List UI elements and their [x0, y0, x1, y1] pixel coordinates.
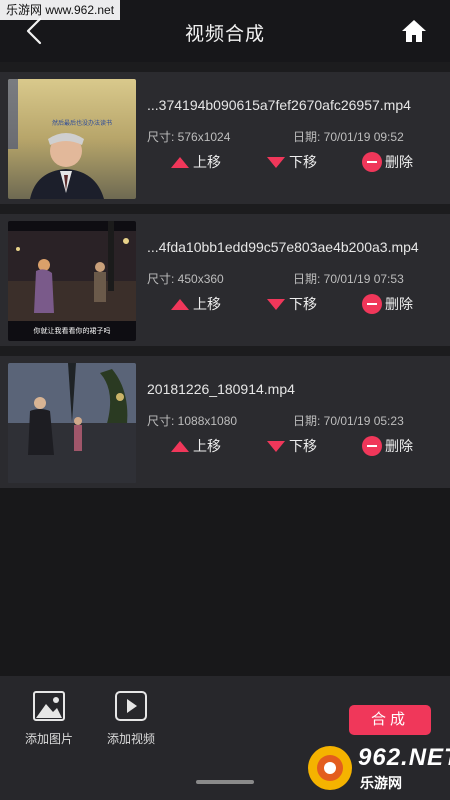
- home-indicator: [196, 780, 254, 784]
- minus-circle-icon: [362, 436, 382, 456]
- minus-circle-icon: [362, 152, 382, 172]
- video-thumbnail[interactable]: 你就让我看看你的裙子吗: [8, 221, 136, 341]
- image-icon: [33, 691, 65, 721]
- move-up-button[interactable]: 上移: [171, 436, 221, 456]
- thumbnail-caption: 你就让我看看你的裙子吗: [34, 326, 111, 335]
- video-date: 日期: 70/01/19 09:52: [293, 130, 404, 144]
- video-thumbnail[interactable]: [8, 363, 136, 483]
- add-image-label: 添加图片: [24, 732, 73, 746]
- arrow-down-icon: [267, 298, 285, 310]
- video-item: 你就让我看看你的裙子吗 ...4fda10bb1edd99c57e803ae4b…: [0, 204, 450, 346]
- video-size: 尺寸: 1088x1080: [147, 414, 238, 428]
- home-button[interactable]: [400, 17, 428, 45]
- delete-button[interactable]: 删除: [362, 436, 413, 456]
- video-play-icon: [115, 691, 147, 721]
- delete-button[interactable]: 删除: [362, 294, 413, 314]
- add-image-button[interactable]: 添加图片: [9, 690, 89, 747]
- delete-label: 删除: [385, 438, 413, 454]
- delete-label: 删除: [385, 154, 413, 170]
- video-list: 然后最后也没办法读书 ...374194b090615a7fef2670afc2…: [0, 62, 450, 488]
- minus-circle-icon: [362, 294, 382, 314]
- move-up-label: 上移: [193, 296, 221, 312]
- video-thumbnail[interactable]: 然后最后也没办法读书: [8, 79, 136, 199]
- move-down-label: 下移: [289, 296, 317, 312]
- video-filename: 20181226_180914.mp4: [147, 381, 295, 397]
- brand-name: 乐游网: [360, 775, 402, 791]
- add-video-label: 添加视频: [106, 732, 155, 746]
- brand-number: 962.NET: [358, 744, 450, 771]
- empty-area: [0, 488, 450, 676]
- move-up-button[interactable]: 上移: [171, 152, 221, 172]
- home-icon: [402, 20, 426, 42]
- move-up-button[interactable]: 上移: [171, 294, 221, 314]
- move-down-button[interactable]: 下移: [267, 436, 317, 456]
- brand-logo-icon: [308, 746, 352, 790]
- move-down-label: 下移: [289, 154, 317, 170]
- arrow-up-icon: [171, 440, 189, 452]
- move-down-button[interactable]: 下移: [267, 294, 317, 314]
- arrow-up-icon: [171, 298, 189, 310]
- video-item: 然后最后也没办法读书 ...374194b090615a7fef2670afc2…: [0, 62, 450, 204]
- watermark: 乐游网 www.962.net: [0, 0, 121, 20]
- move-up-label: 上移: [193, 154, 221, 170]
- video-filename: ...374194b090615a7fef2670afc26957.mp4: [147, 97, 411, 113]
- move-down-label: 下移: [289, 438, 317, 454]
- delete-label: 删除: [385, 296, 413, 312]
- arrow-down-icon: [267, 156, 285, 168]
- video-filename: ...4fda10bb1edd99c57e803ae4b200a3.mp4: [147, 239, 419, 255]
- merge-button[interactable]: 合成: [349, 705, 431, 735]
- video-size: 尺寸: 450x360: [147, 272, 224, 286]
- add-video-button[interactable]: 添加视频: [91, 690, 171, 747]
- video-date: 日期: 70/01/19 07:53: [293, 272, 404, 286]
- video-size: 尺寸: 576x1024: [147, 130, 231, 144]
- arrow-up-icon: [171, 156, 189, 168]
- move-up-label: 上移: [193, 438, 221, 454]
- video-item: 20181226_180914.mp4 尺寸: 1088x1080 日期: 70…: [0, 346, 450, 488]
- video-date: 日期: 70/01/19 05:23: [293, 414, 404, 428]
- delete-button[interactable]: 删除: [362, 152, 413, 172]
- thumbnail-caption: 然后最后也没办法读书: [52, 119, 112, 127]
- brand-watermark: 962.NET 乐游网: [304, 742, 450, 796]
- arrow-down-icon: [267, 440, 285, 452]
- page-title: 视频合成: [184, 24, 265, 45]
- move-down-button[interactable]: 下移: [267, 152, 317, 172]
